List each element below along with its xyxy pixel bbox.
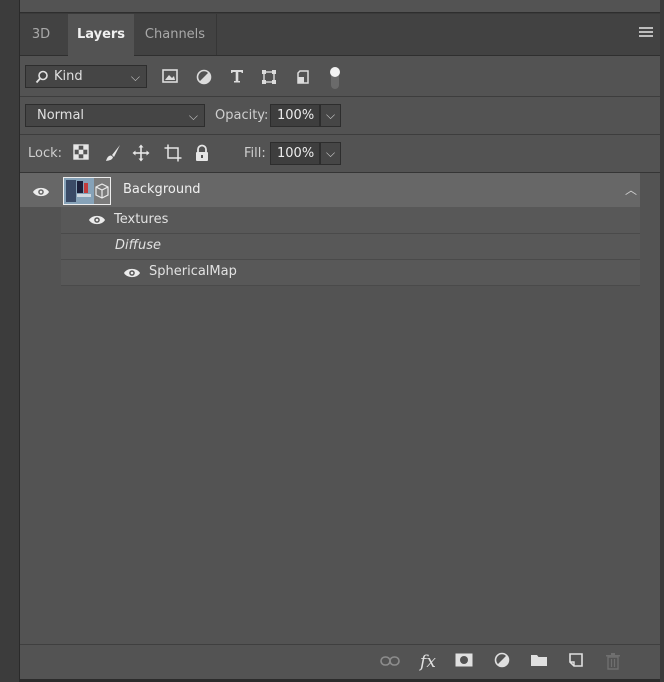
layer-row-diffuse[interactable]: Diffuse (61, 234, 640, 260)
new-layer-icon[interactable] (566, 652, 586, 672)
chevron-down-icon: ⌵ (188, 109, 198, 123)
lock-artboard-icon[interactable] (164, 144, 182, 162)
blend-row: Normal ⌵ Opacity: 100% ⌵ (20, 97, 660, 135)
panel-above (20, 0, 660, 13)
layer-thumbnail (63, 177, 111, 205)
right-gutter (660, 0, 664, 682)
top-strip (0, 0, 664, 14)
new-group-icon[interactable] (529, 652, 549, 672)
fill-label: Fill: (244, 146, 266, 161)
panel-menu-icon[interactable] (639, 27, 653, 41)
lock-transparent-pixels-icon[interactable] (73, 144, 91, 162)
blend-mode-select[interactable]: Normal ⌵ (25, 104, 205, 127)
shape-layer-filter-icon[interactable] (260, 69, 278, 87)
collapse-chevron-up-icon[interactable]: ︿ (622, 173, 640, 207)
textures-label: Textures (114, 212, 169, 227)
opacity-input[interactable]: 100% (270, 104, 320, 127)
eye-icon[interactable] (32, 183, 50, 202)
lock-position-icon[interactable] (132, 144, 150, 162)
lock-image-pixels-icon[interactable] (104, 144, 122, 162)
lock-row: Lock: Fill: 100% ⌵ (20, 135, 660, 173)
filter-row: Kind ⌵ (20, 56, 660, 97)
adjustment-layer-icon[interactable] (492, 652, 512, 672)
layer-list: Background Textures Diffuse SphericalMap (20, 173, 640, 286)
pixel-layer-filter-icon[interactable] (161, 69, 179, 87)
filter-kind-label: Kind (54, 69, 83, 84)
tab-layers[interactable]: Layers (68, 14, 134, 56)
tab-3d[interactable]: 3D (20, 14, 62, 55)
layers-panel: 3D Layers Channels Kind ⌵ Normal ⌵ Opaci… (20, 14, 660, 679)
sphericalmap-label: SphericalMap (149, 264, 237, 279)
chevron-down-icon: ⌵ (130, 70, 140, 84)
add-mask-icon[interactable] (454, 652, 474, 672)
fill-input[interactable]: 100% (270, 142, 320, 165)
fill-dropdown-chevron-icon[interactable]: ⌵ (320, 142, 341, 165)
fx-icon[interactable]: fx (418, 652, 438, 672)
tab-bar: 3D Layers Channels (20, 14, 660, 56)
lock-label: Lock: (28, 146, 63, 161)
blend-mode-value: Normal (37, 108, 85, 123)
eye-icon[interactable] (123, 267, 141, 283)
opacity-dropdown-chevron-icon[interactable]: ⌵ (320, 104, 341, 127)
link-layers-icon[interactable] (380, 652, 400, 672)
filter-kind-select[interactable]: Kind ⌵ (25, 65, 147, 88)
lock-all-icon[interactable] (194, 144, 212, 162)
layer-row-textures[interactable]: Textures (61, 207, 640, 234)
smart-object-filter-icon[interactable] (294, 69, 312, 87)
layer-name-background[interactable]: Background (123, 182, 201, 197)
search-icon (35, 70, 49, 91)
bottom-toolbar: fx (20, 644, 660, 679)
opacity-label: Opacity: (215, 108, 269, 123)
layer-row-background[interactable]: Background (20, 173, 640, 207)
eye-icon[interactable] (88, 214, 106, 230)
tab-channels[interactable]: Channels (134, 14, 217, 55)
layer-row-sphericalmap[interactable]: SphericalMap (61, 260, 640, 286)
left-gutter (0, 0, 20, 682)
trash-icon[interactable] (603, 652, 623, 672)
adjustment-layer-filter-icon[interactable] (195, 69, 213, 87)
filter-toggle-icon[interactable] (326, 65, 344, 89)
diffuse-label: Diffuse (115, 238, 162, 253)
type-layer-filter-icon[interactable] (228, 69, 246, 87)
